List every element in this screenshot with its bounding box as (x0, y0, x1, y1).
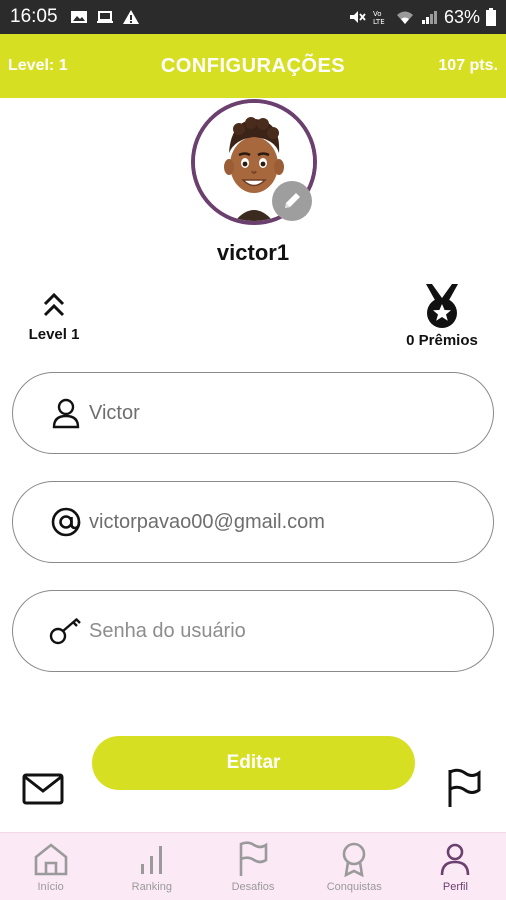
email-input[interactable] (89, 510, 469, 534)
app-header: Level: 1 CONFIGURAÇÕES 107 pts. (0, 34, 506, 98)
mail-button[interactable] (22, 772, 64, 806)
at-sign-icon (49, 505, 83, 539)
status-time: 16:05 (10, 6, 58, 27)
edit-avatar-button[interactable] (272, 181, 312, 221)
page-title: CONFIGURAÇÕES (160, 54, 346, 77)
mail-icon (22, 773, 64, 805)
warning-icon (122, 10, 139, 24)
double-chevron-up-icon (43, 292, 65, 317)
nav-item-perfil[interactable]: Perfil (405, 833, 506, 900)
nav-label-ranking: Ranking (131, 881, 172, 893)
flag-icon (448, 768, 481, 807)
header-points: 107 pts. (438, 57, 498, 74)
prizes-stat: 0 Prêmios (400, 282, 484, 349)
nav-label-inicio: Início (37, 881, 64, 893)
nav-label-desafios: Desafios (231, 881, 275, 893)
name-field[interactable] (12, 372, 494, 454)
password-input[interactable] (89, 619, 469, 643)
home-icon (33, 841, 69, 877)
wifi-icon (396, 11, 413, 24)
password-field[interactable] (12, 590, 494, 672)
profile-username: victor1 (216, 240, 290, 265)
level-label: Level 1 (28, 326, 80, 343)
medal-icon (426, 284, 458, 328)
status-bar: 16:05 Vo LTE 63% (0, 0, 506, 34)
flag-icon (235, 841, 271, 877)
status-right-icons: Vo LTE 63% (348, 7, 496, 28)
nav-label-perfil: Perfil (442, 881, 468, 893)
nav-item-inicio[interactable]: Início (0, 833, 101, 900)
user-icon (49, 396, 83, 430)
email-field[interactable] (12, 481, 494, 563)
bar-chart-icon (134, 841, 170, 877)
nav-item-ranking[interactable]: Ranking (101, 833, 202, 900)
header-level: Level: 1 (8, 57, 68, 74)
name-input[interactable] (89, 401, 469, 425)
status-left-icons (70, 9, 140, 25)
laptop-icon (96, 11, 113, 23)
key-icon (49, 614, 83, 648)
nav-item-conquistas[interactable]: Conquistas (304, 833, 405, 900)
svg-text:LTE: LTE (373, 18, 385, 25)
pencil-icon (285, 193, 300, 208)
battery-percent: 63% (443, 6, 480, 27)
image-icon (70, 11, 87, 23)
award-icon (336, 841, 372, 877)
nav-item-desafios[interactable]: Desafios (202, 833, 303, 900)
signal-icon (421, 11, 437, 24)
battery-icon (486, 8, 496, 26)
edit-button[interactable]: Editar (92, 736, 415, 790)
mute-icon (349, 11, 366, 23)
bottom-nav: Início Ranking Desafios Conquistas Perfi… (0, 832, 506, 900)
nav-label-conquistas: Conquistas (326, 881, 382, 893)
volte-icon: VoLTE (373, 10, 385, 25)
user-icon (437, 841, 473, 877)
report-button[interactable] (446, 768, 482, 808)
level-stat: Level 1 (22, 290, 86, 343)
prizes-label: 0 Prêmios (406, 332, 478, 349)
svg-text:Vo: Vo (373, 10, 382, 18)
